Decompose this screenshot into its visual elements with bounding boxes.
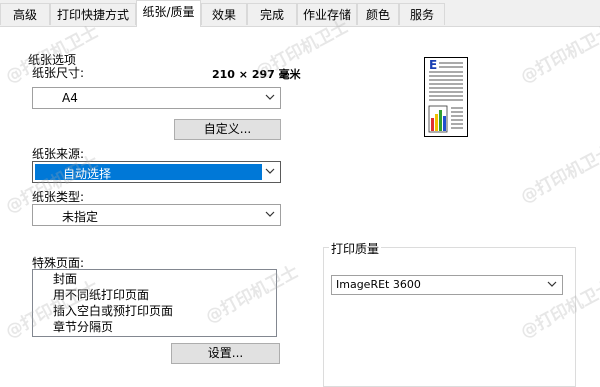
paper-size-select[interactable]: A4 [32,87,281,109]
tab-print-shortcuts[interactable]: 打印快捷方式 [50,3,136,25]
chevron-down-icon [265,94,275,100]
settings-button[interactable]: 设置... [171,343,280,364]
paper-source-select[interactable]: 自动选择 [32,161,281,183]
tab-bar: 高级 打印快捷方式 纸张/质量 效果 完成 作业存储 颜色 服务 [0,0,600,27]
tab-effects[interactable]: 效果 [201,3,247,25]
chevron-down-icon [265,168,275,174]
list-item[interactable]: 用不同纸打印页面 [53,288,149,302]
tab-paper-quality[interactable]: 纸张/质量 [136,0,201,27]
paper-type-select[interactable]: 未指定 [32,204,281,226]
tab-color[interactable]: 颜色 [357,3,399,25]
preview-illustration [428,62,463,133]
tab-job-storage[interactable]: 作业存储 [297,3,357,25]
paper-size-dimensions: 210 × 297 毫米 [212,68,301,81]
watermark: @打印机卫士 [517,141,600,208]
paper-source-value: 自动选择 [63,167,112,181]
special-pages-list[interactable]: 封面 用不同纸打印页面 插入空白或预打印页面 章节分隔页 [32,269,277,337]
watermark: @打印机卫士 [517,21,600,88]
paper-size-label: 纸张尺寸: [32,66,85,80]
paper-size-value: A4 [62,91,78,105]
paper-type-value: 未指定 [62,210,99,224]
chevron-down-icon [265,211,275,217]
list-item[interactable]: 封面 [53,272,77,286]
print-quality-select[interactable]: ImageREt 3600 [331,275,563,295]
paper-type-label: 纸张类型: [32,190,85,204]
tab-advanced[interactable]: 高级 [0,3,50,25]
print-quality-group [323,247,576,387]
tab-services[interactable]: 服务 [399,3,445,25]
paper-source-label: 纸张来源: [32,147,85,161]
list-item[interactable]: 插入空白或预打印页面 [53,304,173,318]
print-quality-title: 打印质量 [329,240,382,257]
tab-finishing[interactable]: 完成 [247,3,297,25]
list-item[interactable]: 章节分隔页 [53,320,113,334]
print-quality-value: ImageREt 3600 [336,278,421,291]
page-preview: E [424,57,468,137]
custom-size-button[interactable]: 自定义... [174,119,281,140]
chevron-down-icon [547,281,557,287]
